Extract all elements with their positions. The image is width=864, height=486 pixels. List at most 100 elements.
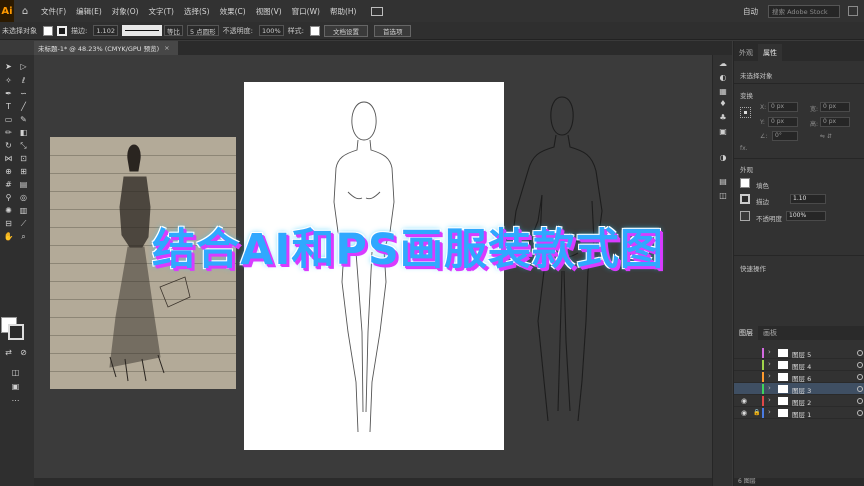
preferences-button[interactable]: 首选项 (373, 24, 412, 37)
menu-type[interactable]: 文字(T) (144, 6, 179, 17)
fill-swatch[interactable] (43, 25, 53, 36)
menu-window[interactable]: 窗口(W) (287, 6, 325, 17)
panel-fill-swatch[interactable] (740, 178, 750, 188)
y-field[interactable]: 0 px (768, 117, 798, 127)
lock-icon[interactable]: 🔒 (753, 409, 760, 416)
layer-target-icon[interactable] (857, 362, 863, 368)
stroke-swatch[interactable] (57, 25, 67, 36)
menu-effect[interactable]: 效果(C) (215, 6, 251, 17)
expand-arrow-icon[interactable]: › (768, 360, 771, 368)
free-transform-tool-icon[interactable]: ⊡ (17, 153, 30, 165)
layer-target-icon[interactable] (857, 386, 863, 392)
opacity-field[interactable]: 100% (259, 25, 284, 36)
gradient-tool-icon[interactable]: ▤ (17, 179, 30, 191)
paintbrush-tool-icon[interactable]: ✎ (17, 114, 30, 126)
artboard-tool-icon[interactable]: ⊟ (2, 218, 15, 230)
libraries-icon[interactable]: ☁ (718, 59, 728, 69)
scale-tool-icon[interactable]: ⤡ (17, 140, 30, 152)
layer-row[interactable]: › 图层 5 (734, 347, 864, 359)
eyedropper-tool-icon[interactable]: ⚲ (2, 192, 15, 204)
style-swatch[interactable] (309, 25, 320, 36)
layer-target-icon[interactable] (857, 374, 863, 380)
graphic-styles-icon[interactable]: ▣ (718, 127, 728, 137)
layer-target-icon[interactable] (857, 350, 863, 356)
minimize-button[interactable] (848, 6, 858, 16)
layer-name[interactable]: 图层 1 (792, 409, 811, 419)
stroke-weight-field[interactable]: 1.10 (790, 194, 826, 204)
tab-layers[interactable]: 图层 (734, 326, 758, 340)
fx-label[interactable]: fx. (740, 145, 748, 152)
brushes-icon[interactable]: ♦ (718, 99, 728, 109)
width-tool-icon[interactable]: ⋈ (2, 153, 15, 165)
menu-select[interactable]: 选择(S) (179, 6, 215, 17)
layer-row[interactable]: ◉ › 图层 2 (734, 395, 864, 407)
pen-tool-icon[interactable]: ✒ (2, 88, 15, 100)
draw-mode-icon[interactable]: ◫ (9, 367, 22, 379)
document-setup-button[interactable]: 文档设置 (323, 24, 368, 37)
type-tool-icon[interactable]: T (2, 101, 15, 113)
layer-name[interactable]: 图层 5 (792, 349, 811, 359)
layer-name[interactable]: 图层 6 (792, 373, 811, 383)
workspace-switcher[interactable]: 自动 (743, 6, 758, 17)
x-field[interactable]: 0 px (768, 102, 798, 112)
expand-arrow-icon[interactable]: › (768, 396, 771, 404)
canvas[interactable]: 结合AI和PS画服装款式图 (34, 55, 732, 478)
stroke-weight-field[interactable]: 1.102 (93, 25, 118, 36)
none-color-icon[interactable]: ⊘ (17, 347, 30, 359)
layer-name[interactable]: 图层 2 (792, 397, 811, 407)
line-tool-icon[interactable]: ╱ (17, 101, 30, 113)
mesh-tool-icon[interactable]: # (2, 179, 15, 191)
rectangle-tool-icon[interactable]: ▭ (2, 114, 15, 126)
arrange-documents-icon[interactable] (371, 6, 384, 16)
layer-row[interactable]: ◉ 🔒 › 图层 1 (734, 407, 864, 419)
menu-object[interactable]: 对象(O) (107, 6, 144, 17)
curvature-tool-icon[interactable]: ∽ (17, 88, 30, 100)
layer-name[interactable]: 图层 4 (792, 361, 811, 371)
eraser-tool-icon[interactable]: ◧ (17, 127, 30, 139)
column-graph-tool-icon[interactable]: ▥ (17, 205, 30, 217)
magic-wand-tool-icon[interactable]: ✧ (2, 75, 15, 87)
expand-arrow-icon[interactable]: › (768, 372, 771, 380)
layer-name[interactable]: 图层 3 (792, 385, 811, 395)
tab-properties[interactable]: 属性 (758, 44, 782, 61)
stroke-color-box[interactable] (8, 324, 24, 340)
brush-select[interactable]: 5 点圆形 (186, 25, 219, 36)
more-tools-icon[interactable]: ⋯ (9, 395, 22, 407)
zoom-tool-icon[interactable]: ⌕ (17, 231, 30, 243)
screen-mode-icon[interactable]: ▣ (9, 381, 22, 393)
eye-icon[interactable]: ◉ (740, 397, 748, 405)
pathfinder-icon[interactable]: ◫ (718, 191, 728, 201)
menu-edit[interactable]: 编辑(E) (71, 6, 107, 17)
flip-icons[interactable]: ⇋ ⇵ (820, 133, 832, 140)
expand-arrow-icon[interactable]: › (768, 348, 771, 356)
lasso-tool-icon[interactable]: ℓ (17, 75, 30, 87)
reference-point-icon[interactable] (740, 107, 751, 118)
panel-stroke-swatch[interactable] (740, 194, 750, 204)
perspective-grid-tool-icon[interactable]: ⊞ (17, 166, 30, 178)
layer-target-icon[interactable] (857, 398, 863, 404)
menu-help[interactable]: 帮助(H) (325, 6, 362, 17)
stroke-profile-preview[interactable] (121, 25, 162, 36)
layer-row[interactable]: › 图层 3 (734, 383, 864, 395)
direct-selection-tool-icon[interactable]: ▷ (17, 61, 30, 73)
selection-tool-icon[interactable]: ➤ (2, 61, 15, 73)
pencil-tool-icon[interactable]: ✏ (2, 127, 15, 139)
stock-search-input[interactable]: 搜索 Adobe Stock (768, 4, 840, 18)
expand-arrow-icon[interactable]: › (768, 408, 771, 416)
swap-fill-stroke-icon[interactable]: ⇄ (2, 347, 15, 359)
tab-artboards[interactable]: 画板 (758, 326, 782, 340)
stroke-profile-select[interactable]: 等比 (163, 25, 183, 36)
symbols-icon[interactable]: ♣ (718, 113, 728, 123)
shape-builder-tool-icon[interactable]: ⊕ (2, 166, 15, 178)
home-icon[interactable]: ⌂ (14, 6, 36, 17)
expand-arrow-icon[interactable]: › (768, 384, 771, 392)
close-icon[interactable]: × (164, 44, 169, 52)
opacity-field[interactable]: 100% (786, 211, 826, 221)
transparency-icon[interactable]: ◑ (718, 153, 728, 163)
tab-appearance[interactable]: 外观 (734, 44, 758, 61)
angle-field[interactable]: 0° (772, 131, 798, 141)
eye-icon[interactable]: ◉ (740, 409, 748, 417)
slice-tool-icon[interactable]: ⟋ (17, 218, 30, 230)
width-field[interactable]: 0 px (820, 102, 850, 112)
align-icon[interactable]: ▤ (718, 177, 728, 187)
